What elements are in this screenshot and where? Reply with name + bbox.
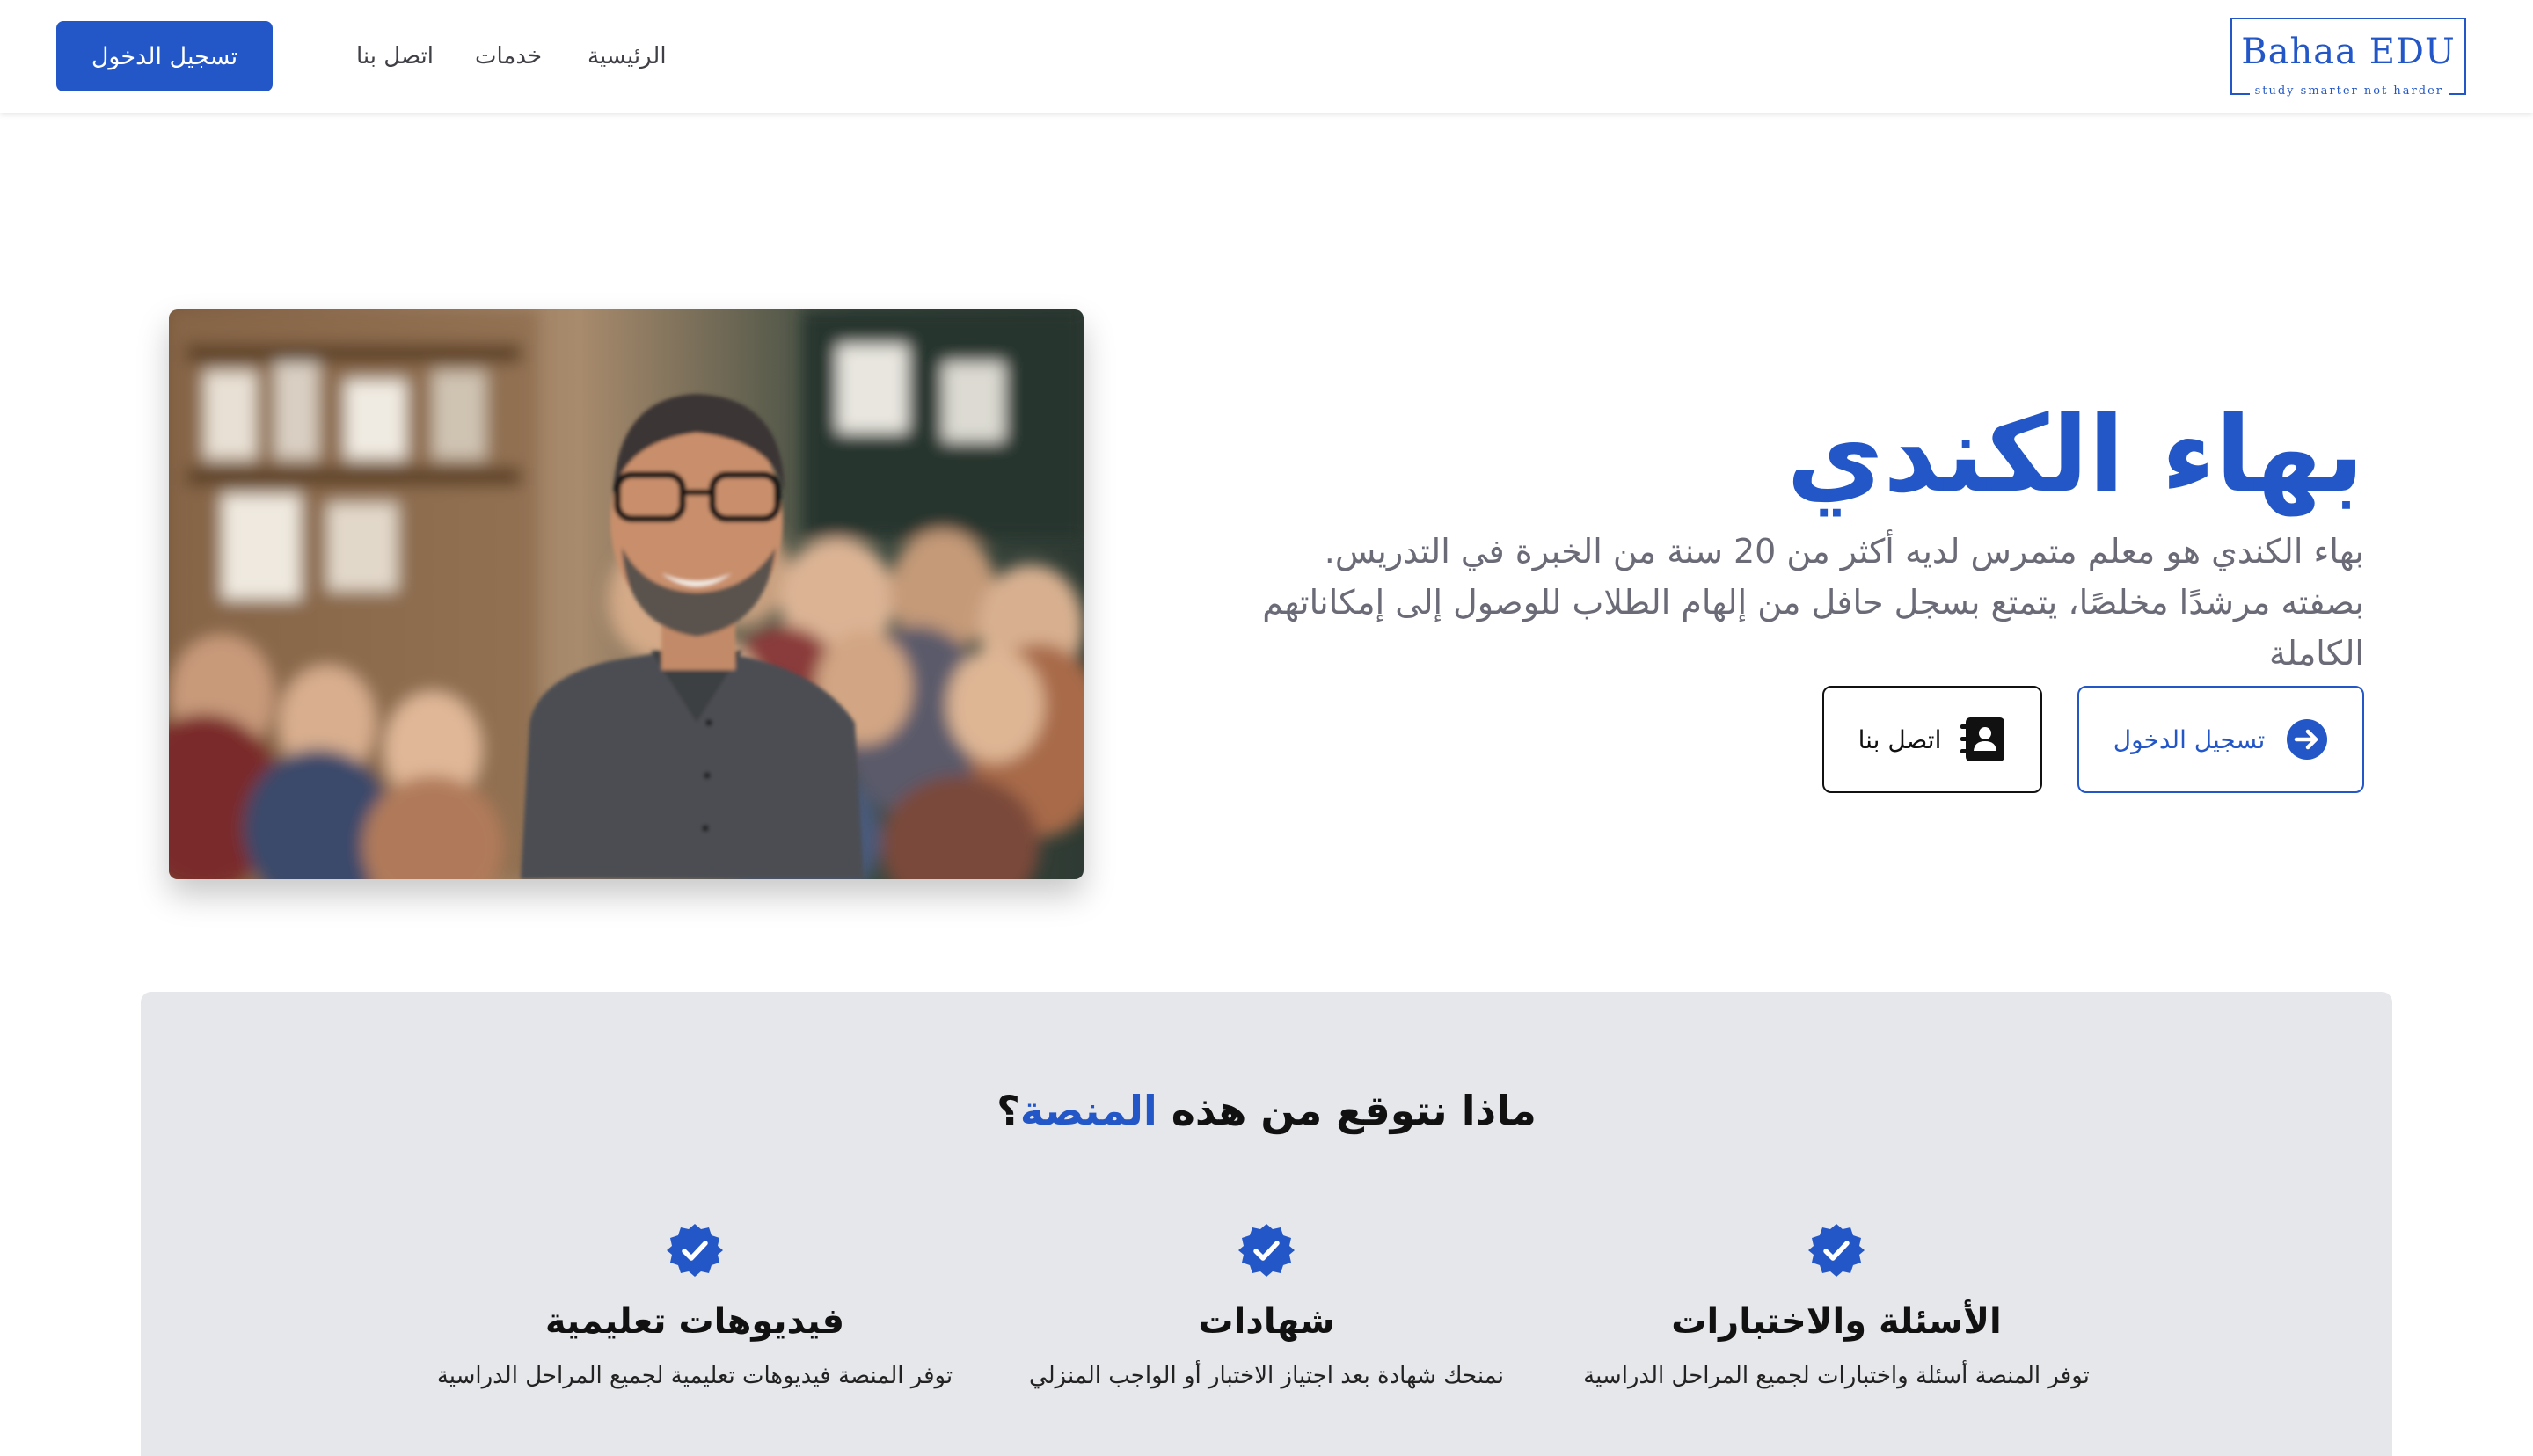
nav-item-contact[interactable]: اتصل بنا — [356, 39, 434, 74]
features-title-suffix: ؟ — [996, 1087, 1020, 1134]
logo-tagline: study smarter not harder — [2249, 84, 2449, 98]
features-section: ماذا نتوقع من هذه المنصة؟ الأسئلة والاخت… — [141, 992, 2392, 1456]
header-login-button[interactable]: تسجيل الدخول — [56, 21, 273, 91]
hero-contact-button[interactable]: اتصل بنا — [1822, 686, 2042, 793]
logo-name: Bahaa EDU — [2241, 32, 2456, 72]
feature-title: فيديوهات تعليمية — [544, 1301, 845, 1342]
feature-title: شهادات — [1198, 1301, 1335, 1342]
hero-title: بهاء الكندي — [1786, 394, 2364, 516]
site-logo[interactable]: Bahaa EDU study smarter not harder — [2230, 18, 2466, 98]
teacher-photo — [169, 309, 1084, 879]
feature-description: نمنحك شهادة بعد اجتياز الاختبار أو الواج… — [1029, 1363, 1504, 1389]
site-header: تسجيل الدخول اتصل بنا خدمات الرئيسية Bah… — [0, 0, 2533, 113]
feature-description: توفر المنصة فيديوهات تعليمية لجميع المرا… — [436, 1363, 953, 1389]
feature-title: الأسئلة والاختبارات — [1671, 1301, 2002, 1342]
hero-login-label: تسجيل الدخول — [2113, 724, 2266, 754]
features-title: ماذا نتوقع من هذه المنصة؟ — [141, 1087, 2392, 1134]
feature-description: توفر المنصة أسئلة واختبارات لجميع المراح… — [1583, 1363, 2090, 1389]
verified-badge-icon — [1808, 1224, 1865, 1277]
nav-item-services[interactable]: خدمات — [475, 39, 542, 74]
features-title-accent: المنصة — [1019, 1087, 1157, 1134]
verified-badge-icon — [1238, 1224, 1295, 1277]
hero-contact-label: اتصل بنا — [1858, 724, 1942, 754]
verified-badge-icon — [667, 1224, 723, 1277]
features-title-prefix: ماذا نتوقع من هذه — [1171, 1087, 1537, 1134]
feature-card-videos: فيديوهات تعليمية توفر المنصة فيديوهات تع… — [387, 1222, 1003, 1389]
feature-card-questions: الأسئلة والاختبارات توفر المنصة أسئلة وا… — [1529, 1222, 2144, 1389]
hero-description: بهاء الكندي هو معلم متمرس لديه أكثر من 2… — [1262, 532, 2364, 673]
feature-card-certificates: شهادات نمنحك شهادة بعد اجتياز الاختبار أ… — [959, 1222, 1574, 1389]
nav-item-home[interactable]: الرئيسية — [588, 39, 667, 74]
contact-book-icon — [1960, 717, 2005, 761]
hero-login-button[interactable]: تسجيل الدخول — [2077, 686, 2364, 793]
arrow-right-circle-icon — [2287, 719, 2328, 760]
